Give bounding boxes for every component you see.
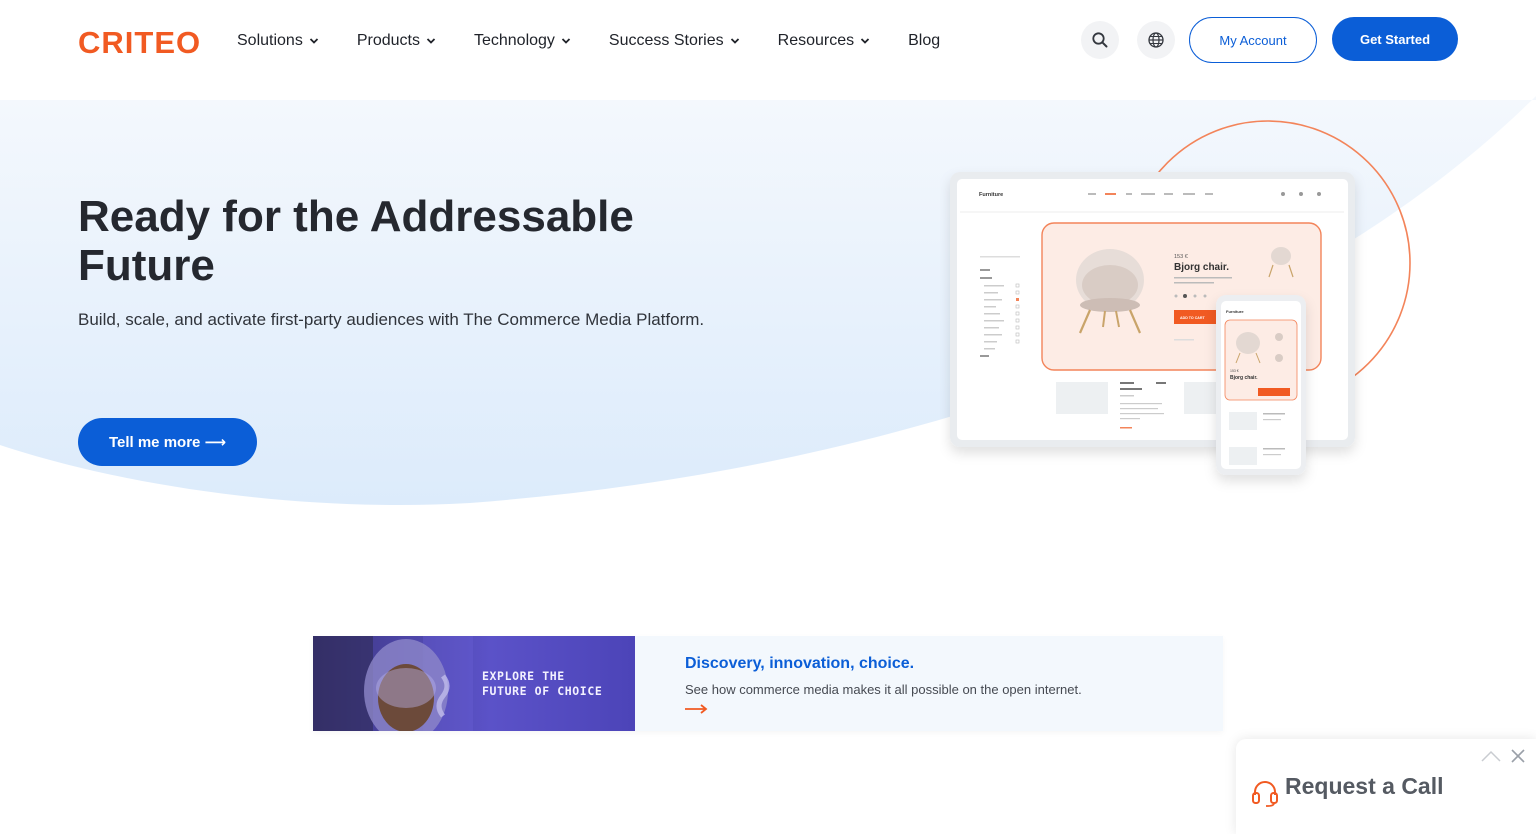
nav-item-solutions[interactable]: Solutions (237, 30, 319, 52)
headset-icon (1252, 781, 1278, 807)
mockup-price: 153 € (1174, 254, 1188, 260)
request-call-label[interactable]: Request a Call (1285, 773, 1444, 800)
nav-item-label: Technology (473, 32, 555, 49)
language-button[interactable] (1137, 21, 1175, 59)
nav-item-resources[interactable]: Resources (778, 30, 870, 52)
arrow-right-icon[interactable] (685, 702, 709, 716)
nav-item-technology[interactable]: Technology (474, 30, 571, 52)
hero-subtitle: Build, scale, and activate first-party a… (78, 310, 705, 329)
globe-icon (1148, 32, 1164, 48)
main-nav: Solutions Products Technology Success St… (237, 30, 978, 52)
banner-image-text: EXPLORE THE FUTURE OF CHOICE (482, 669, 603, 698)
request-call-widget: Request a Call (1236, 739, 1536, 834)
tell-me-more-button[interactable]: Tell me more ⟶ (78, 418, 257, 466)
my-account-button[interactable]: My Account (1189, 17, 1317, 63)
nav-item-products[interactable]: Products (357, 30, 436, 52)
criteo-logo[interactable]: CRITEO (78, 25, 201, 61)
banner-description: See how commerce media makes it all poss… (685, 682, 1082, 697)
banner-image: EXPLORE THE FUTURE OF CHOICE (313, 636, 635, 731)
nav-item-label: Success Stories (608, 32, 724, 49)
mobile-site-name: Furniture (1226, 309, 1244, 314)
chevron-down-icon (426, 38, 436, 44)
search-button[interactable] (1081, 21, 1119, 59)
mockup-cta-text: ADD TO CART (1180, 316, 1205, 320)
mobile-price: 153 € (1230, 369, 1239, 373)
product-mockup-illustration: Furniture 153 € Bjorg chair. ADD TO CART… (950, 120, 1411, 475)
search-icon (1092, 32, 1108, 48)
chevron-up-icon[interactable] (1480, 748, 1502, 764)
site-header: CRITEO Solutions Products Technology Suc… (0, 0, 1536, 80)
chevron-down-icon (860, 38, 870, 44)
chevron-down-icon (309, 38, 318, 44)
hero-title: Ready for the Addressable Future (78, 192, 634, 290)
discovery-banner[interactable]: EXPLORE THE FUTURE OF CHOICE Discovery, … (313, 636, 1223, 731)
mockup-product-name: Bjorg chair. (1174, 262, 1229, 273)
banner-title: Discovery, innovation, choice. (685, 655, 915, 672)
get-started-button[interactable]: Get Started (1332, 17, 1458, 61)
chevron-down-icon (561, 38, 571, 44)
nav-item-label: Resources (777, 32, 855, 49)
close-icon[interactable] (1510, 748, 1526, 764)
nav-item-label: Products (356, 32, 420, 49)
mobile-product-name: Bjorg chair. (1230, 375, 1258, 381)
nav-item-success-stories[interactable]: Success Stories (609, 30, 740, 52)
mockup-site-name: Furniture (979, 192, 1003, 198)
nav-item-label: Blog (908, 32, 941, 49)
chevron-down-icon (730, 38, 739, 44)
nav-item-label: Solutions (237, 32, 303, 49)
nav-item-blog[interactable]: Blog (908, 30, 940, 52)
